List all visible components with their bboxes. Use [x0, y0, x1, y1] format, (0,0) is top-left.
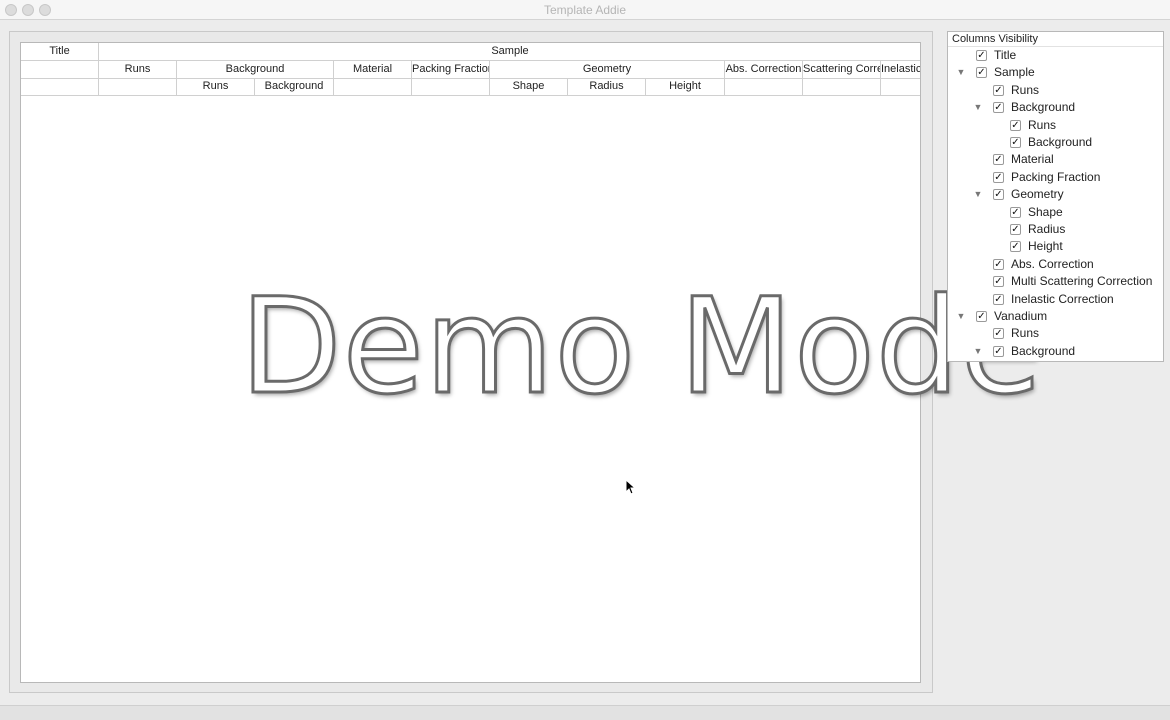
expand-arrow-icon[interactable]: ▼ [972, 99, 984, 116]
column-header-3-1[interactable] [99, 78, 177, 95]
column-header-2-1[interactable]: Runs [99, 61, 177, 78]
tree-item-label: Abs. Correction [1011, 256, 1094, 271]
tree-item-label: Shape [1028, 204, 1063, 219]
column-header-2-4[interactable]: Packing Fraction [412, 61, 490, 78]
column-header-3-9[interactable] [725, 78, 803, 95]
tree-item-label: Inelastic Correction [1011, 291, 1114, 306]
visibility-checkbox[interactable]: ✓ [993, 328, 1004, 340]
visibility-checkbox[interactable]: ✓ [993, 171, 1004, 183]
visibility-checkbox[interactable]: ✓ [1010, 119, 1021, 131]
column-header-3-4[interactable] [334, 78, 412, 95]
column-header-3-0[interactable] [21, 78, 99, 95]
column-header-3-5[interactable] [412, 78, 490, 95]
demo-mode-watermark: Demo Mode [239, 269, 1044, 426]
tree-item-label: Background [1011, 100, 1076, 115]
column-header-2-3[interactable]: Material [334, 61, 412, 78]
column-header-2-2[interactable]: Background [177, 61, 334, 78]
expand-arrow-icon[interactable]: ▼ [955, 64, 967, 81]
visibility-checkbox[interactable]: ✓ [993, 276, 1004, 288]
column-header-2-6[interactable]: Abs. Correction [725, 61, 803, 78]
visibility-checkbox[interactable]: ✓ [1010, 206, 1021, 218]
tree-item-label: Multi Scattering Correction [1011, 274, 1153, 289]
expand-arrow-icon[interactable]: ▼ [972, 186, 984, 203]
header-row-3: Runs Background Shape Radius Height [21, 78, 920, 96]
window-title: Template Addie [543, 3, 627, 17]
header-row-2: Runs Background Material Packing Fraction Ge… [21, 61, 920, 79]
tree-item-label: Sample [994, 65, 1035, 80]
tree-item-label: Height [1028, 239, 1063, 254]
tree-item-label: Vanadium [994, 309, 1048, 323]
tree-item-label: Radius [1028, 222, 1066, 236]
tree-item-label: Packing Fraction [1011, 169, 1101, 184]
visibility-checkbox[interactable]: ✓ [1010, 224, 1021, 235]
tree-item-label: Title [994, 48, 1017, 62]
columns-visibility-title: Columns Visibility [948, 32, 1163, 47]
column-header-1-0[interactable]: Title [21, 43, 99, 60]
visibility-checkbox[interactable]: ✓ [993, 84, 1004, 96]
column-header-3-10[interactable] [803, 78, 881, 95]
tree-item-label: Geometry [1011, 187, 1064, 202]
column-header-2-5[interactable]: Geometry [490, 61, 725, 78]
column-header-2-8[interactable]: Inelastic Correction [881, 61, 920, 78]
column-header-2-0[interactable] [21, 61, 99, 78]
column-header-3-7[interactable]: Radius [568, 78, 646, 95]
column-header-2-7[interactable]: Scattering Correction [803, 61, 881, 78]
tree-item-label: Runs [1028, 117, 1057, 132]
column-header-1-1[interactable]: Sample [99, 43, 920, 60]
columns-visibility-panel[interactable]: Columns Visibility ✓ Title ▼ ✓ Sample ✓ Runs ▼ ✓… [947, 31, 1164, 362]
header-row-1: Title Sample [21, 43, 920, 61]
visibility-checkbox[interactable]: ✓ [1010, 137, 1021, 148]
visibility-checkbox[interactable]: ✓ [993, 345, 1004, 357]
column-header-3-2[interactable]: Runs [177, 78, 255, 95]
visibility-checkbox[interactable]: ✓ [993, 293, 1004, 305]
column-header-3-11[interactable] [881, 78, 920, 95]
window-titlebar: Template Addie [0, 0, 1170, 20]
visibility-checkbox[interactable]: ✓ [993, 102, 1004, 114]
tree-item-label: Runs [1011, 82, 1040, 97]
column-header-3-3[interactable]: Background [255, 78, 334, 95]
visibility-checkbox[interactable]: ✓ [976, 50, 987, 61]
column-header-3-6[interactable]: Shape [490, 78, 568, 95]
expand-arrow-icon[interactable]: ▼ [972, 343, 984, 360]
visibility-checkbox[interactable]: ✓ [1010, 241, 1021, 253]
tree-item-label: Background [1028, 135, 1093, 149]
expand-arrow-icon[interactable]: ▼ [955, 308, 967, 325]
visibility-checkbox[interactable]: ✓ [993, 258, 1004, 270]
tree-item-label: Material [1011, 152, 1054, 167]
tree-item-label: Background [1011, 343, 1076, 358]
mouse-cursor-icon [625, 479, 635, 495]
visibility-checkbox[interactable]: ✓ [993, 154, 1004, 166]
tree-item-label: Runs [1011, 326, 1040, 341]
visibility-checkbox[interactable]: ✓ [976, 67, 987, 79]
visibility-checkbox[interactable]: ✓ [993, 189, 1004, 201]
status-bar [0, 705, 1170, 720]
visibility-checkbox[interactable]: ✓ [976, 311, 987, 322]
column-header-3-8[interactable]: Height [646, 78, 725, 95]
